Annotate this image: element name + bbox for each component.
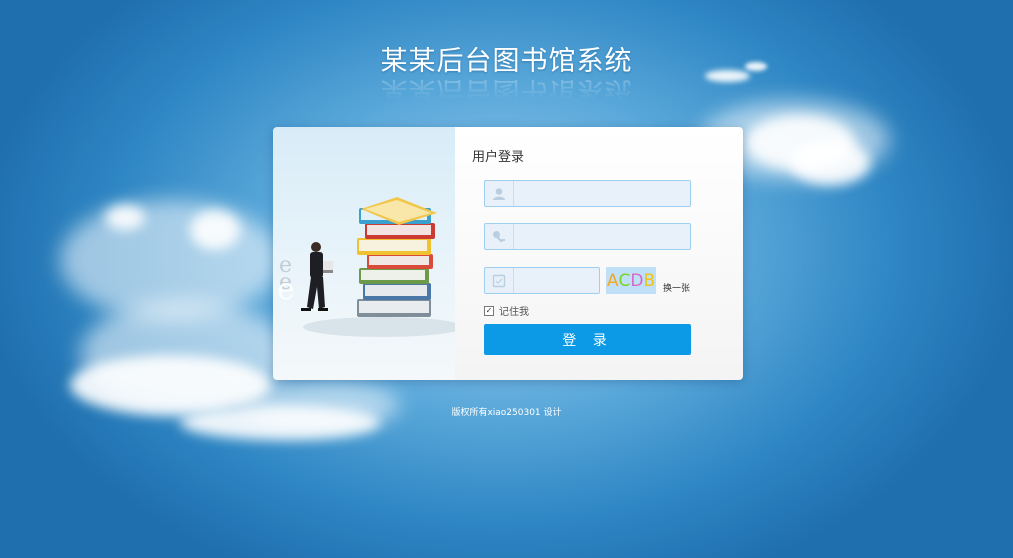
verify-code-field[interactable] xyxy=(484,267,600,295)
login-button[interactable]: 登 录 xyxy=(484,324,691,355)
login-heading: 用户登录 xyxy=(472,150,525,165)
svg-text:e: e xyxy=(277,272,295,307)
copyright-footer: 版权所有xiao250301 设计 xyxy=(451,408,562,418)
captcha-char: C xyxy=(618,270,631,291)
password-field[interactable] xyxy=(484,223,691,251)
captcha-image[interactable]: ACDB xyxy=(606,267,656,294)
remember-label: 记住我 xyxy=(499,307,529,318)
username-field[interactable] xyxy=(484,180,691,208)
user-icon xyxy=(485,181,514,206)
page-title: 某某后台图书馆系统 xyxy=(380,46,633,77)
captcha-char: D xyxy=(630,270,644,291)
illustration: e e e xyxy=(273,127,463,380)
captcha-char: A xyxy=(606,270,619,291)
login-form: 用户登录 ACDB 换一张 ✓ 记住我 登 录 xyxy=(455,127,743,380)
username-input[interactable] xyxy=(515,181,689,208)
login-panel: e e e 用户登录 A C D B 换一张 ✓ 记住我 登 录 xyxy=(273,127,743,380)
refresh-captcha-link[interactable]: 换一张 xyxy=(663,281,690,294)
remember-me[interactable]: ✓ 记住我 xyxy=(484,303,529,318)
books-illustration: e e e xyxy=(277,197,463,337)
verify-code-input[interactable] xyxy=(515,268,599,295)
key-icon xyxy=(485,224,514,249)
captcha-char: B xyxy=(643,270,656,291)
title-area: 某某后台图书馆系统 某某后台图书馆系统 xyxy=(0,44,1013,100)
page-title-reflection: 某某后台图书馆系统 xyxy=(380,80,633,100)
code-icon xyxy=(485,268,514,293)
remember-checkbox[interactable]: ✓ xyxy=(484,305,494,316)
password-input[interactable] xyxy=(515,224,689,251)
